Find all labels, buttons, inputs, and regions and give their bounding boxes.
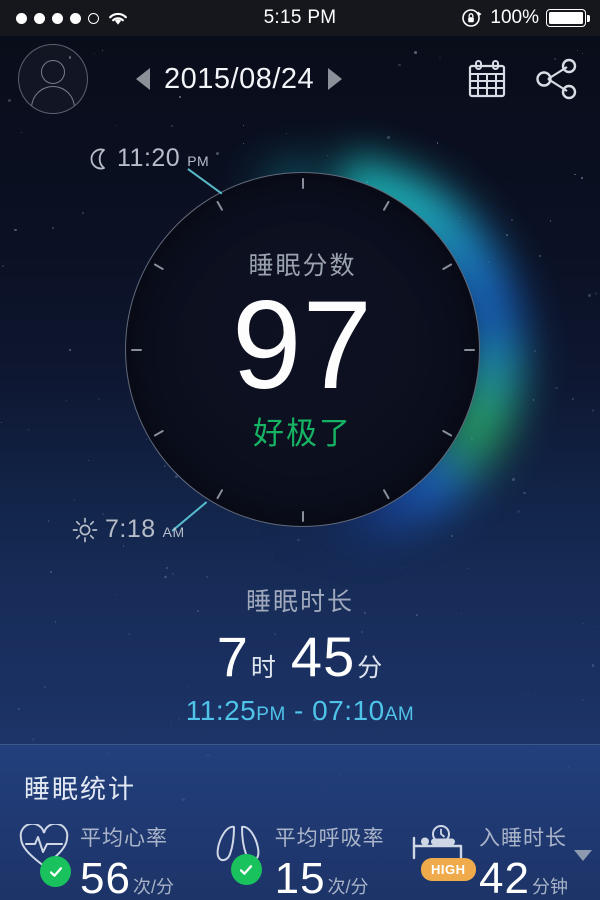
check-circle-icon bbox=[230, 854, 262, 885]
star bbox=[0, 421, 2, 423]
dial-center-content: 睡眠分数 97 好极了 bbox=[126, 173, 479, 526]
sleep-app-screen: 5:15 PM 100% 2015/08/24 睡眠分数 97 好极了 11:2… bbox=[0, 0, 600, 900]
star bbox=[332, 732, 334, 734]
share-icon[interactable] bbox=[534, 58, 578, 100]
avatar-head-icon bbox=[41, 60, 65, 84]
duration-label: 睡眠时长 bbox=[245, 588, 354, 616]
status-badge: HIGH bbox=[421, 858, 476, 881]
waketime-ampm: AM bbox=[162, 524, 185, 540]
current-date-label[interactable]: 2015/08/24 bbox=[164, 63, 314, 96]
stat-unit: 分钟 bbox=[532, 877, 568, 897]
battery-icon bbox=[546, 9, 590, 27]
caret-down-icon bbox=[574, 850, 592, 861]
star bbox=[594, 292, 598, 295]
avatar-body-icon bbox=[31, 86, 75, 113]
stat-value-wrap: 15 次/分 bbox=[275, 854, 385, 900]
sleep-score-dial[interactable]: 睡眠分数 97 好极了 bbox=[125, 172, 480, 527]
app-header: 2015/08/24 bbox=[0, 36, 600, 122]
stats-title: 睡眠统计 bbox=[24, 774, 137, 804]
stat-unit: 次/分 bbox=[132, 877, 174, 897]
stat-name: 入睡时长 bbox=[479, 827, 568, 850]
stat-average-heart-rate[interactable]: 平均心率 56 次/分 bbox=[18, 822, 213, 900]
star bbox=[581, 176, 583, 179]
bedtime-marker: 11:20 PM bbox=[88, 144, 209, 173]
range-separator: - bbox=[285, 695, 313, 726]
star bbox=[81, 211, 84, 214]
status-bar-clock: 5:15 PM bbox=[263, 7, 337, 28]
sleep-statistics-panel: 睡眠统计 平均心率 56 次/分 平均呼吸率 15 次/分 HIGH 入睡时长 … bbox=[0, 745, 600, 900]
range-start: 11:25 bbox=[185, 695, 257, 726]
score-rating: 好极了 bbox=[253, 415, 352, 451]
stat-value: 42 bbox=[479, 854, 530, 900]
stat-unit: 次/分 bbox=[327, 877, 369, 897]
star bbox=[549, 220, 551, 222]
stat-text: 平均呼吸率 15 次/分 bbox=[275, 822, 385, 900]
moon-icon bbox=[90, 148, 105, 169]
stat-value: 15 bbox=[274, 854, 326, 900]
stat-name: 平均心率 bbox=[80, 827, 168, 850]
waketime-marker: 7:18 AM bbox=[72, 515, 185, 544]
bed-clock-icon-wrap: HIGH bbox=[409, 824, 476, 886]
star bbox=[98, 398, 100, 400]
header-actions bbox=[466, 58, 600, 100]
star bbox=[466, 567, 468, 569]
range-end-ampm: AM bbox=[384, 704, 415, 725]
score-value: 97 bbox=[231, 276, 374, 416]
star bbox=[52, 227, 54, 229]
range-start-ampm: PM bbox=[256, 704, 286, 725]
star bbox=[386, 136, 390, 140]
star bbox=[165, 566, 168, 569]
waketime-value: 7:18 bbox=[105, 515, 156, 543]
stat-value: 56 bbox=[80, 854, 131, 900]
duration-value: 7时 45分 bbox=[0, 624, 600, 689]
stat-time-to-fall-asleep[interactable]: HIGH 入睡时长 42 分钟 bbox=[409, 822, 592, 900]
stat-value-wrap: 42 分钟 bbox=[479, 854, 568, 900]
stat-text: 入睡时长 42 分钟 bbox=[479, 822, 592, 900]
stat-value-wrap: 56 次/分 bbox=[80, 854, 174, 900]
heart-rate-icon-wrap bbox=[18, 822, 76, 887]
bedtime-value: 11:20 bbox=[117, 144, 181, 172]
next-day-button[interactable] bbox=[328, 68, 343, 90]
star bbox=[571, 397, 574, 400]
avatar[interactable] bbox=[18, 44, 88, 114]
status-bar: 5:15 PM 100% bbox=[0, 0, 600, 36]
star bbox=[591, 409, 594, 412]
duration-hours-unit: 时 bbox=[250, 654, 277, 682]
stat-text: 平均心率 56 次/分 bbox=[80, 822, 174, 900]
sun-icon bbox=[72, 517, 98, 542]
duration-range: 11:25PM - 07:10AM bbox=[0, 695, 600, 727]
bedtime-ampm: PM bbox=[187, 153, 210, 169]
star bbox=[588, 294, 591, 298]
stat-name: 平均呼吸率 bbox=[274, 827, 385, 850]
sleep-duration-section: 睡眠时长 7时 45分 11:25PM - 07:10AM bbox=[0, 582, 600, 727]
duration-minutes: 45 bbox=[290, 625, 356, 688]
stat-average-respiration-rate[interactable]: 平均呼吸率 15 次/分 bbox=[213, 822, 409, 900]
prev-day-button[interactable] bbox=[136, 68, 150, 90]
duration-hours: 7 bbox=[216, 625, 249, 688]
range-end: 07:10 bbox=[312, 695, 385, 726]
stats-row: 平均心率 56 次/分 平均呼吸率 15 次/分 HIGH 入睡时长 42 分钟 bbox=[0, 806, 600, 900]
lungs-icon-wrap bbox=[213, 824, 271, 886]
duration-minutes-unit: 分 bbox=[357, 654, 384, 682]
check-circle-icon bbox=[40, 856, 71, 887]
star bbox=[164, 575, 167, 579]
star bbox=[1, 264, 4, 267]
star bbox=[170, 125, 173, 128]
date-navigator: 2015/08/24 bbox=[136, 63, 343, 96]
calendar-icon[interactable] bbox=[466, 58, 508, 100]
